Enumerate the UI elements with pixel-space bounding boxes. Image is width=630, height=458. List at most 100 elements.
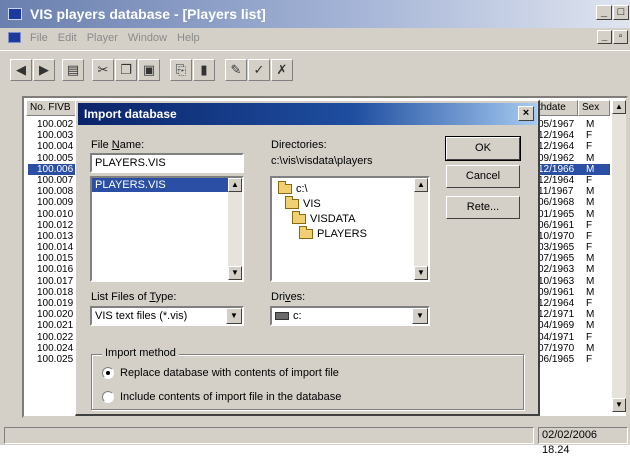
- chevron-down-icon[interactable]: ▼: [226, 308, 242, 324]
- table-row[interactable]: 05/1967 M: [536, 119, 610, 130]
- include-option[interactable]: Include contents of import file in the d…: [102, 391, 341, 403]
- previous-icon[interactable]: ◀: [10, 59, 32, 81]
- file-list[interactable]: PLAYERS.VIS ▲ ▼: [90, 176, 244, 282]
- sex-cell: M: [586, 320, 595, 332]
- table-row[interactable]: 04/1971 F: [536, 332, 610, 343]
- scroll-up-icon[interactable]: ▲: [228, 178, 242, 192]
- table-row-fivb[interactable]: 100.019: [28, 298, 82, 309]
- maximize-button[interactable]: □: [613, 5, 629, 20]
- table-row[interactable]: 04/1969 M: [536, 320, 610, 331]
- mdi-minimize-button[interactable]: _: [597, 30, 612, 44]
- table-row-fivb[interactable]: 100.018: [28, 287, 82, 298]
- scroll-down-icon[interactable]: ▼: [228, 266, 242, 280]
- directory-tree[interactable]: c:\ VIS VISDATA PLAYERS ▲ ▼: [270, 176, 430, 282]
- ok-button[interactable]: OK: [445, 136, 521, 161]
- table-row[interactable]: 09/1961 M: [536, 287, 610, 298]
- radio-include[interactable]: [102, 391, 114, 403]
- table-row-fivb[interactable]: 100.006: [28, 163, 82, 175]
- mdi-restore-button[interactable]: ▫: [613, 30, 628, 44]
- table-row-fivb[interactable]: 100.020: [28, 309, 82, 320]
- table-row[interactable]: 01/1965 M: [536, 209, 610, 220]
- cut-icon[interactable]: ✂: [92, 59, 114, 81]
- table-row-fivb[interactable]: 100.007: [28, 175, 82, 186]
- cancel-icon[interactable]: ✗: [271, 59, 293, 81]
- next-icon[interactable]: ▶: [33, 59, 55, 81]
- table-row[interactable]: 06/1961 F: [536, 220, 610, 231]
- table-row-fivb[interactable]: 100.012: [28, 220, 82, 231]
- table-row[interactable]: 09/1962 M: [536, 153, 610, 164]
- cancel-button[interactable]: Cancel: [446, 165, 520, 188]
- radio-replace[interactable]: [102, 367, 114, 379]
- table-row-fivb[interactable]: 100.009: [28, 197, 82, 208]
- menu-help[interactable]: Help: [177, 32, 200, 44]
- file-type-select[interactable]: VIS text files (*.vis) ▼: [90, 306, 244, 326]
- scroll-down-icon[interactable]: ▼: [414, 266, 428, 280]
- table-row[interactable]: 10/1963 M: [536, 276, 610, 287]
- table-row[interactable]: 12/1964 F: [536, 298, 610, 309]
- table-row[interactable]: 10/1970 F: [536, 231, 610, 242]
- table-row-fivb[interactable]: 100.021: [28, 320, 82, 331]
- minimize-button[interactable]: _: [596, 5, 612, 20]
- table-row[interactable]: 12/1964 F: [536, 175, 610, 186]
- directory-scrollbar[interactable]: ▲ ▼: [414, 178, 428, 280]
- confirm-icon[interactable]: ✓: [248, 59, 270, 81]
- grid-scrollbar[interactable]: ▲ ▼: [612, 100, 626, 412]
- table-row[interactable]: 06/1968 M: [536, 197, 610, 208]
- table-row-fivb[interactable]: 100.017: [28, 276, 82, 287]
- table-row-fivb[interactable]: 100.025: [28, 354, 82, 365]
- rete-button[interactable]: Rete...: [446, 196, 520, 219]
- drive-select[interactable]: c: ▼: [270, 306, 430, 326]
- table-row-fivb[interactable]: 100.010: [28, 209, 82, 220]
- file-name-input[interactable]: PLAYERS.VIS: [90, 153, 244, 173]
- replace-option[interactable]: Replace database with contents of import…: [102, 367, 339, 379]
- table-row[interactable]: 12/1964 F: [536, 141, 610, 152]
- table-row-fivb[interactable]: 100.013: [28, 231, 82, 242]
- close-icon[interactable]: ×: [518, 106, 534, 121]
- column-header-sex[interactable]: Sex: [578, 100, 610, 116]
- copy-icon[interactable]: ❐: [115, 59, 137, 81]
- directory-item[interactable]: c:\: [278, 180, 428, 196]
- scroll-up-icon[interactable]: ▲: [612, 100, 626, 114]
- table-row-fivb[interactable]: 100.014: [28, 242, 82, 253]
- table-row-fivb[interactable]: 100.002: [28, 119, 82, 130]
- document-icon[interactable]: [8, 32, 21, 43]
- table-row-fivb[interactable]: 100.016: [28, 264, 82, 275]
- menu-file[interactable]: File: [30, 32, 48, 44]
- app-icon: [8, 8, 22, 20]
- sex-cell: M: [586, 208, 595, 220]
- edit-record-icon[interactable]: ✎: [225, 59, 247, 81]
- directory-item[interactable]: PLAYERS: [278, 225, 428, 241]
- list-item[interactable]: PLAYERS.VIS: [92, 178, 228, 192]
- column-header-birthdate[interactable]: thdate: [534, 100, 578, 116]
- new-record-icon[interactable]: ⎘: [170, 59, 192, 81]
- table-row-fivb[interactable]: 100.008: [28, 186, 82, 197]
- table-row[interactable]: 06/1965 F: [536, 354, 610, 365]
- menu-edit[interactable]: Edit: [58, 32, 77, 44]
- table-row[interactable]: 02/1963 M: [536, 264, 610, 275]
- table-row[interactable]: 11/1967 M: [536, 186, 610, 197]
- table-row[interactable]: 12/1971 M: [536, 309, 610, 320]
- file-list-scrollbar[interactable]: ▲ ▼: [228, 178, 242, 280]
- table-row-fivb[interactable]: 100.024: [28, 343, 82, 354]
- menu-window[interactable]: Window: [128, 32, 167, 44]
- table-row-fivb[interactable]: 100.015: [28, 253, 82, 264]
- table-row[interactable]: 07/1970 M: [536, 343, 610, 354]
- scroll-up-icon[interactable]: ▲: [414, 178, 428, 192]
- table-row[interactable]: 12/1966 M: [536, 163, 610, 175]
- scroll-down-icon[interactable]: ▼: [612, 398, 626, 412]
- paste-icon[interactable]: ▣: [138, 59, 160, 81]
- delete-icon[interactable]: ▮: [193, 59, 215, 81]
- table-row[interactable]: 03/1965 F: [536, 242, 610, 253]
- directory-item[interactable]: VIS: [278, 195, 428, 211]
- table-row-fivb[interactable]: 100.003: [28, 130, 82, 141]
- table-row[interactable]: 12/1964 F: [536, 130, 610, 141]
- table-row-fivb[interactable]: 100.005: [28, 153, 82, 164]
- table-row-fivb[interactable]: 100.004: [28, 141, 82, 152]
- directory-item[interactable]: VISDATA: [278, 210, 428, 226]
- table-row[interactable]: 07/1965 M: [536, 253, 610, 264]
- window-title: VIS players database - [Players list]: [30, 6, 266, 22]
- print-icon[interactable]: ▤: [62, 59, 84, 81]
- chevron-down-icon[interactable]: ▼: [412, 308, 428, 324]
- menu-player[interactable]: Player: [87, 32, 118, 44]
- table-row-fivb[interactable]: 100.022: [28, 332, 82, 343]
